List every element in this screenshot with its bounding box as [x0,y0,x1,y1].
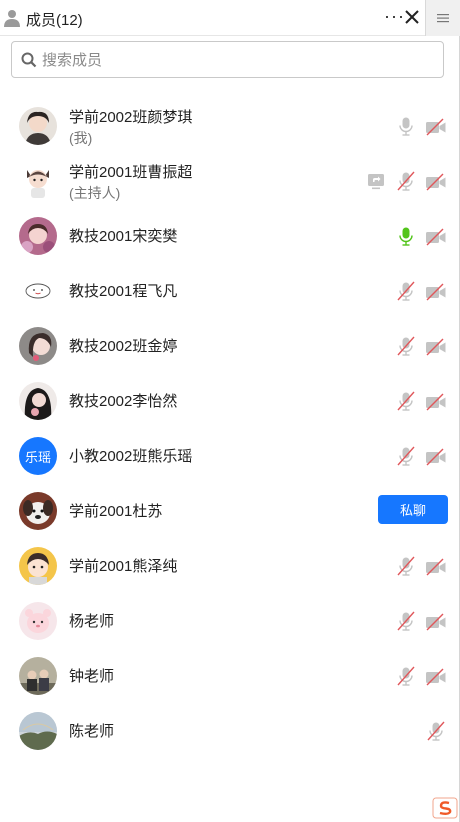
microphone-muted-icon[interactable] [396,556,416,576]
microphone-icon[interactable] [396,116,416,136]
avatar [19,272,57,310]
member-name: 学前2001班曹振超 [69,164,193,181]
member-row[interactable]: 教技2001程飞凡 [0,262,460,317]
avatar [19,602,57,640]
member-name: 杨老师 [69,613,115,630]
panel-header: 成员(12) ··· [0,0,460,36]
members-panel: 成员(12) ··· 搜索成员 学前2002班颜梦琪 (我) 学前2001班曹振… [0,0,460,822]
member-name: 教技2001程飞凡 [69,283,178,300]
avatar [19,382,57,420]
avatar [19,162,57,200]
avatar [19,657,57,695]
camera-off-icon[interactable] [425,227,447,247]
member-role: (主持人) [69,185,121,201]
microphone-muted-icon[interactable] [396,666,416,686]
member-role: (我) [69,130,93,146]
camera-off-icon[interactable] [425,612,447,632]
microphone-muted-icon[interactable] [396,391,416,411]
camera-off-icon[interactable] [425,447,447,467]
microphone-muted-icon[interactable] [426,721,446,741]
member-list: 学前2002班颜梦琪 (我) 学前2001班曹振超 (主持人) 教技2001宋奕… [0,97,460,757]
member-name: 教技2002李怡然 [69,393,178,410]
sogou-logo-icon [432,797,458,819]
microphone-muted-icon[interactable] [396,446,416,466]
search-box[interactable] [11,41,444,78]
member-row[interactable]: 教技2002班金婷 [0,317,460,372]
member-row[interactable]: 教技2002李怡然 [0,372,460,427]
microphone-muted-icon[interactable] [396,281,416,301]
member-row[interactable]: 学前2001熊泽纯 [0,537,460,592]
member-name: 学前2001杜苏 [69,503,163,520]
member-name: 学前2002班颜梦琪 [69,109,193,126]
member-name: 学前2001熊泽纯 [69,558,178,575]
camera-off-icon[interactable] [425,557,447,577]
menu-button[interactable] [425,0,460,36]
member-name: 钟老师 [69,668,115,685]
member-name: 教技2002班金婷 [69,338,178,355]
microphone-icon[interactable] [396,226,416,246]
avatar [19,492,57,530]
microphone-muted-icon[interactable] [396,171,416,191]
avatar [19,217,57,255]
member-row[interactable]: 学前2001班曹振超 (主持人) [0,152,460,207]
person-icon [4,10,20,27]
member-row[interactable]: 学前2001杜苏 私聊 [0,482,460,537]
member-row[interactable]: 陈老师 [0,702,460,757]
more-icon[interactable]: ··· [384,6,405,26]
private-chat-button[interactable]: 私聊 [378,495,448,524]
camera-off-icon[interactable] [425,337,447,357]
avatar [19,712,57,750]
avatar [19,547,57,585]
member-name: 陈老师 [69,723,115,740]
camera-off-icon[interactable] [425,392,447,412]
search-input[interactable] [42,47,437,73]
panel-title: 成员(12) [26,12,83,29]
microphone-muted-icon[interactable] [396,611,416,631]
screen-share-icon [366,171,386,191]
search-icon [21,52,37,68]
avatar [19,107,57,145]
member-row[interactable]: 钟老师 [0,647,460,702]
menu-icon [437,14,449,23]
member-row[interactable]: 学前2002班颜梦琪 (我) [0,97,460,152]
member-row[interactable]: 杨老师 [0,592,460,647]
camera-off-icon[interactable] [425,172,447,192]
camera-off-icon[interactable] [425,667,447,687]
member-name: 小教2002班熊乐瑶 [69,448,193,465]
member-row[interactable]: 教技2001宋奕樊 [0,207,460,262]
close-icon[interactable] [404,8,420,26]
member-row[interactable]: 乐瑶 小教2002班熊乐瑶 [0,427,460,482]
microphone-muted-icon[interactable] [396,336,416,356]
camera-off-icon[interactable] [425,117,447,137]
avatar [19,327,57,365]
member-name: 教技2001宋奕樊 [69,228,178,245]
camera-off-icon[interactable] [425,282,447,302]
avatar: 乐瑶 [19,437,57,475]
